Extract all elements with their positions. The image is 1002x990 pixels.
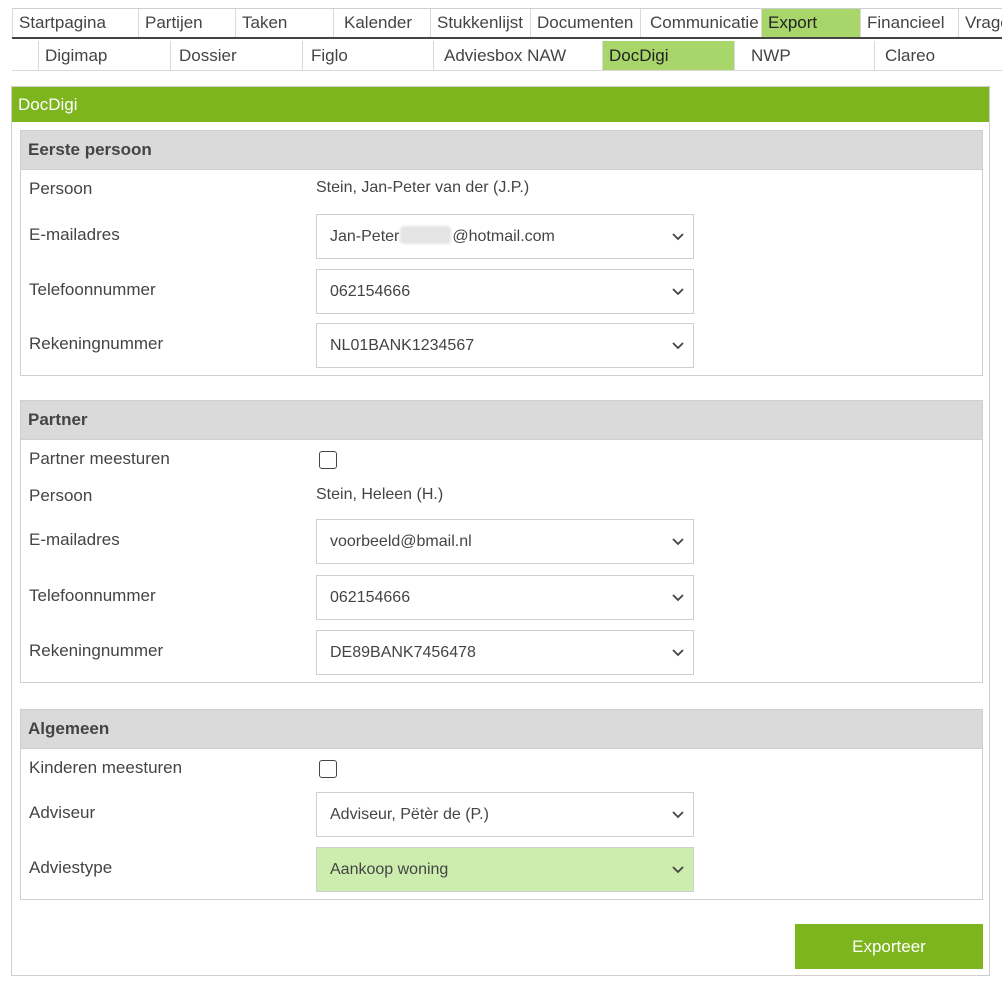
first-person-section: Eerste persoon Persoon Stein, Jan-Peter … — [20, 130, 983, 376]
advice-type-value: Aankoop woning — [330, 861, 449, 878]
subnav-item-figlo[interactable]: Figlo — [302, 41, 433, 70]
chevron-down-icon — [672, 233, 684, 241]
advice-type-select[interactable]: Aankoop woning — [316, 847, 694, 892]
nav-item-stukkenlijst[interactable]: Stukkenlijst — [430, 9, 530, 37]
nav-item-documenten[interactable]: Documenten — [530, 9, 640, 37]
nav-item-financieel[interactable]: Financieel — [860, 9, 958, 37]
chevron-down-icon — [672, 649, 684, 657]
first-person-phone-value: 062154666 — [330, 283, 411, 300]
panel-title: DocDigi — [12, 87, 989, 122]
nav-item-vragen[interactable]: Vragen — [958, 9, 1002, 37]
chevron-down-icon — [672, 594, 684, 602]
partner-send-label: Partner meesturen — [29, 449, 170, 468]
subnav-item-dossier[interactable]: Dossier — [170, 41, 302, 70]
nav-item-export[interactable]: Export — [761, 9, 860, 37]
subnav-item-adviesbox-naw[interactable]: Adviesbox NAW — [433, 41, 602, 70]
partner-section: Partner Partner meesturen Persoon Stein,… — [20, 400, 983, 683]
email-suffix: @hotmail.com — [452, 228, 555, 245]
nav-item-taken[interactable]: Taken — [235, 9, 333, 37]
children-send-label: Kinderen meesturen — [29, 758, 183, 777]
general-header: Algemeen — [21, 710, 982, 749]
redacted-blur — [400, 226, 452, 244]
nav-item-startpagina[interactable]: Startpagina — [12, 9, 138, 37]
chevron-down-icon — [672, 866, 684, 874]
first-person-account-value: NL01BANK1234567 — [330, 337, 475, 354]
first-person-person-label: Persoon — [29, 179, 93, 198]
first-person-account-label: Rekeningnummer — [29, 334, 164, 353]
general-section: Algemeen Kinderen meesturen Adviseur Adv… — [20, 709, 983, 900]
email-prefix: Jan-Peter — [330, 228, 400, 245]
partner-email-label: E-mailadres — [29, 530, 120, 549]
export-button[interactable]: Exporteer — [795, 924, 983, 969]
partner-email-value: voorbeeld@bmail.nl — [330, 533, 472, 550]
partner-account-select[interactable]: DE89BANK7456478 — [316, 630, 694, 675]
advisor-select[interactable]: Adviseur, Pëtèr de (P.) — [316, 792, 694, 837]
partner-account-label: Rekeningnummer — [29, 641, 164, 660]
advisor-value: Adviseur, Pëtèr de (P.) — [330, 806, 489, 823]
chevron-down-icon — [672, 342, 684, 350]
advisor-label: Adviseur — [29, 803, 96, 822]
nav-item-partijen[interactable]: Partijen — [138, 9, 235, 37]
subnav-item-digimap[interactable]: Digimap — [38, 41, 170, 70]
first-person-account-select[interactable]: NL01BANK1234567 — [316, 323, 694, 368]
advice-type-label: Adviestype — [29, 858, 113, 877]
nav-item-kalender[interactable]: Kalender — [333, 9, 430, 37]
first-person-person-value: Stein, Jan-Peter van der (J.P.) — [316, 179, 530, 196]
subnav-item-nwp[interactable]: NWP — [734, 41, 874, 70]
subnav-item-docdigi[interactable]: DocDigi — [602, 41, 734, 70]
chevron-down-icon — [672, 538, 684, 546]
first-person-phone-label: Telefoonnummer — [29, 280, 156, 299]
subnav-item-clareo[interactable]: Clareo — [874, 41, 1002, 70]
partner-header: Partner — [21, 401, 982, 440]
children-send-checkbox[interactable] — [319, 760, 337, 778]
first-person-email-label: E-mailadres — [29, 225, 120, 244]
partner-email-select[interactable]: voorbeeld@bmail.nl — [316, 519, 694, 564]
partner-phone-select[interactable]: 062154666 — [316, 575, 694, 620]
partner-person-label: Persoon — [29, 486, 93, 505]
partner-send-checkbox[interactable] — [319, 451, 337, 469]
first-person-email-select[interactable]: Jan-Peter @hotmail.com — [316, 214, 694, 259]
docdigi-panel: DocDigi Eerste persoon Persoon Stein, Ja… — [11, 86, 990, 976]
nav-item-communicatie[interactable]: Communicatie — [640, 9, 761, 37]
chevron-down-icon — [672, 811, 684, 819]
partner-phone-label: Telefoonnummer — [29, 586, 156, 605]
secondary-nav: Digimap Dossier Figlo Adviesbox NAW DocD… — [12, 41, 1002, 71]
partner-person-value: Stein, Heleen (H.) — [316, 486, 444, 503]
first-person-phone-select[interactable]: 062154666 — [316, 269, 694, 314]
first-person-header: Eerste persoon — [21, 131, 982, 170]
chevron-down-icon — [672, 288, 684, 296]
partner-account-value: DE89BANK7456478 — [330, 644, 476, 661]
primary-nav: Startpagina Partijen Taken Kalender Stuk… — [12, 8, 1002, 39]
partner-phone-value: 062154666 — [330, 589, 411, 606]
